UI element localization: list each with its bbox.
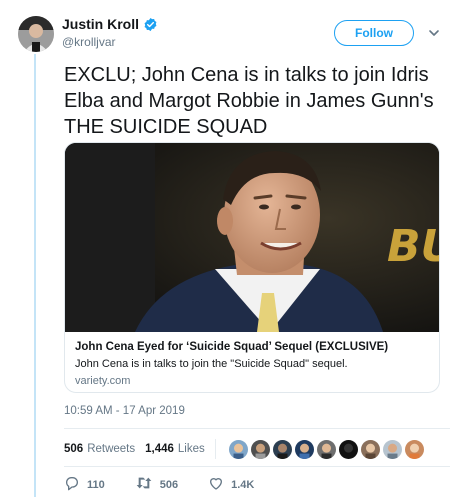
liker-avatars: [227, 438, 425, 460]
reply-button[interactable]: 110: [64, 475, 105, 494]
link-card[interactable]: BU John Cena Eyed: [64, 142, 440, 393]
card-body: John Cena Eyed for ‘Suicide Squad’ Seque…: [65, 332, 439, 389]
author-display-name[interactable]: Justin Kroll: [62, 16, 139, 32]
liker-avatar[interactable]: [359, 438, 381, 460]
tweet-text: EXCLU; John Cena is in talks to join Idr…: [64, 64, 434, 138]
liker-avatar[interactable]: [315, 438, 337, 460]
engagement-stats: 506 Retweets 1,446 Likes: [64, 436, 425, 462]
divider-bottom: [64, 466, 450, 467]
card-description: John Cena is in talks to join the "Suici…: [75, 358, 348, 370]
verified-badge-icon: [143, 17, 158, 32]
author-avatar[interactable]: [18, 16, 54, 52]
liker-avatar[interactable]: [337, 438, 359, 460]
reply-icon: [64, 475, 87, 494]
card-domain: variety.com: [75, 375, 131, 387]
author-handle[interactable]: @krolljvar: [62, 35, 116, 49]
follow-button[interactable]: Follow: [334, 20, 414, 46]
likes-label: Likes: [177, 443, 205, 455]
svg-text:BU: BU: [387, 221, 440, 272]
divider-top: [64, 428, 450, 429]
liker-avatar[interactable]: [249, 438, 271, 460]
heart-icon: [208, 475, 231, 494]
chevron-down-icon[interactable]: [427, 26, 441, 40]
like-button[interactable]: 1.4K: [208, 475, 254, 494]
tweet-actions: 110 506 1.4K: [64, 475, 284, 494]
liker-avatar[interactable]: [227, 438, 249, 460]
reply-count: 110: [87, 478, 105, 491]
likes-stat[interactable]: 1,446 Likes: [145, 443, 205, 455]
retweets-label: Retweets: [87, 443, 136, 455]
like-count: 1.4K: [231, 478, 255, 491]
retweet-count: 506: [159, 478, 179, 491]
author-name-row: Justin Kroll: [62, 16, 158, 32]
card-title[interactable]: John Cena Eyed for ‘Suicide Squad’ Seque…: [75, 339, 429, 355]
liker-avatar[interactable]: [293, 438, 315, 460]
card-image: BU: [65, 143, 440, 332]
liker-avatar[interactable]: [381, 438, 403, 460]
likes-count: 1,446: [145, 443, 174, 455]
retweet-button[interactable]: 506: [135, 475, 178, 494]
liker-avatar[interactable]: [271, 438, 293, 460]
thread-rail: [34, 54, 36, 497]
stats-separator: [214, 439, 216, 459]
retweets-stat[interactable]: 506 Retweets: [64, 443, 135, 455]
tweet-timestamp[interactable]: 10:59 AM - 17 Apr 2019: [64, 405, 185, 417]
retweet-icon: [135, 475, 160, 494]
retweets-count: 506: [64, 443, 84, 455]
liker-avatar[interactable]: [403, 438, 425, 460]
